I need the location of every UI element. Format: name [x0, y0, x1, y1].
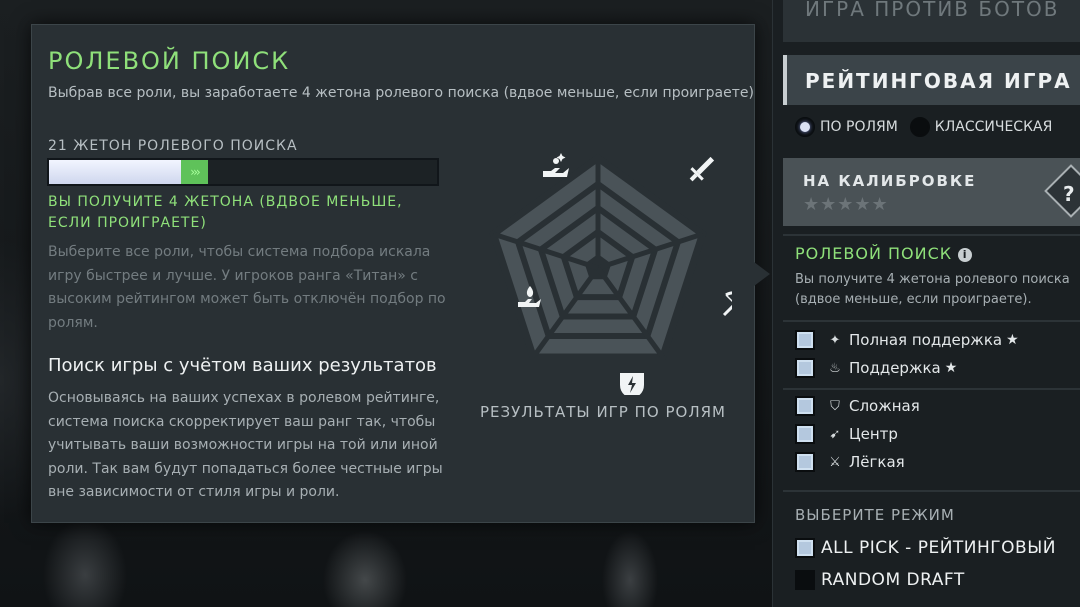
radio-by-roles-label[interactable]: ПО РОЛЯМ	[820, 119, 898, 135]
token-progress-bar: ›››	[47, 158, 439, 186]
calibration-panel: НА КАЛИБРОВКЕ ★★★★★	[783, 158, 1080, 226]
token-count-label: 21 ЖЕТОН РОЛЕВОГО ПОИСКА	[48, 138, 298, 154]
role-checkbox[interactable]	[795, 358, 815, 378]
role-checkbox[interactable]	[795, 424, 815, 444]
radio-classic[interactable]	[909, 117, 930, 137]
full-support-icon: ✦	[829, 332, 841, 348]
mode-title: ВЫБЕРИТЕ РЕЖИМ	[795, 506, 955, 524]
rated-game-label: РЕЙТИНГОВАЯ ИГРА	[805, 69, 1072, 93]
role-row-mid[interactable]: ➹ Центр	[795, 424, 898, 444]
radio-classic-label[interactable]: КЛАССИЧЕСКАЯ	[935, 119, 1053, 135]
calibration-label: НА КАЛИБРОВКЕ	[803, 172, 977, 190]
queue-type-radios: ПО РОЛЯМ КЛАССИЧЕСКАЯ	[795, 117, 1052, 137]
role-row-safe[interactable]: ⚔ Лёгкая	[795, 452, 905, 472]
section-description: Основываясь на ваших успехах в ролевом р…	[48, 390, 443, 500]
shield-icon	[620, 373, 644, 395]
token-gain-note: ВЫ ПОЛУЧИТЕ 4 ЖЕТОНА (ВДВОЕ МЕНЬШЕ, ЕСЛИ…	[48, 194, 403, 231]
token-gain-indicator: ›››	[180, 160, 209, 184]
mode-label: RANDOM DRAFT	[821, 570, 965, 590]
role-search-title: РОЛЕВОЙ ПОИСК i	[795, 244, 973, 263]
bots-game-button[interactable]: ИГРА ПРОТИВ БОТОВ	[783, 0, 1080, 42]
star-icon: ★	[944, 360, 958, 376]
sword-icon: ⚔	[829, 454, 841, 470]
divider	[783, 490, 1080, 492]
tooltip-subtitle: Выбрав все роли, вы заработаете 4 жетона…	[48, 85, 754, 101]
role-checkbox[interactable]	[795, 396, 815, 416]
shield-icon: ⛉	[830, 398, 840, 414]
support-icon: ♨	[829, 360, 841, 376]
radio-by-roles[interactable]	[795, 117, 815, 137]
role-label: Сложная	[849, 397, 920, 415]
role-checkbox[interactable]	[795, 452, 815, 472]
full-support-icon	[543, 153, 569, 177]
bow-icon	[722, 291, 732, 317]
role-label: Поддержка	[849, 359, 941, 377]
tooltip-title: РОЛЕВОЙ ПОИСК	[48, 47, 291, 75]
role-label: Полная поддержка	[849, 331, 1003, 349]
mode-all-pick-ranked[interactable]: ALL PICK - РЕЙТИНГОВЫЙ	[795, 538, 1056, 558]
role-search-title-text: РОЛЕВОЙ ПОИСК	[795, 244, 953, 263]
role-search-description: Выберите все роли, чтобы система подбора…	[48, 244, 446, 331]
role-row-full-support[interactable]: ✦ Полная поддержка ★	[795, 330, 1019, 350]
divider	[783, 320, 1080, 322]
info-icon[interactable]: i	[958, 248, 973, 262]
divider	[783, 234, 1080, 236]
mode-checkbox[interactable]	[795, 570, 815, 590]
role-checkbox[interactable]	[795, 330, 815, 350]
role-results-radar	[489, 153, 732, 395]
selected-indicator	[783, 55, 787, 105]
role-label: Центр	[849, 425, 898, 443]
calibration-stars: ★★★★★	[803, 194, 889, 215]
star-icon: ★	[1006, 332, 1019, 348]
section-title: Поиск игры с учётом ваших результатов	[48, 355, 437, 376]
role-label: Лёгкая	[849, 453, 905, 471]
role-row-support[interactable]: ♨ Поддержка ★	[795, 358, 957, 378]
rated-game-tab[interactable]: РЕЙТИНГОВАЯ ИГРА	[783, 55, 1080, 105]
mode-label: ALL PICK - РЕЙТИНГОВЫЙ	[821, 538, 1056, 558]
bow-icon: ➹	[829, 426, 841, 442]
matchmaking-sidebar: ИГРА ПРОТИВ БОТОВ РЕЙТИНГОВАЯ ИГРА ПО РО…	[772, 0, 1080, 607]
bots-game-label: ИГРА ПРОТИВ БОТОВ	[805, 0, 1060, 21]
role-row-offlane[interactable]: ⛉ Сложная	[795, 396, 920, 416]
radar-grid	[489, 153, 707, 361]
divider	[783, 388, 1080, 390]
tooltip-pointer	[754, 262, 770, 286]
token-progress-fill	[49, 160, 181, 184]
role-search-desc: Вы получите 4 жетона ролевого поиска (вд…	[795, 272, 1070, 307]
radar-caption: РЕЗУЛЬТАТЫ ИГР ПО РОЛЯМ	[480, 403, 726, 421]
rank-badge-question: ?	[1063, 182, 1075, 206]
mode-checkbox[interactable]	[795, 538, 815, 558]
role-search-tooltip: РОЛЕВОЙ ПОИСК Выбрав все роли, вы зарабо…	[31, 24, 755, 523]
mode-random-draft[interactable]: RANDOM DRAFT	[795, 570, 965, 590]
sword-icon	[689, 156, 715, 182]
